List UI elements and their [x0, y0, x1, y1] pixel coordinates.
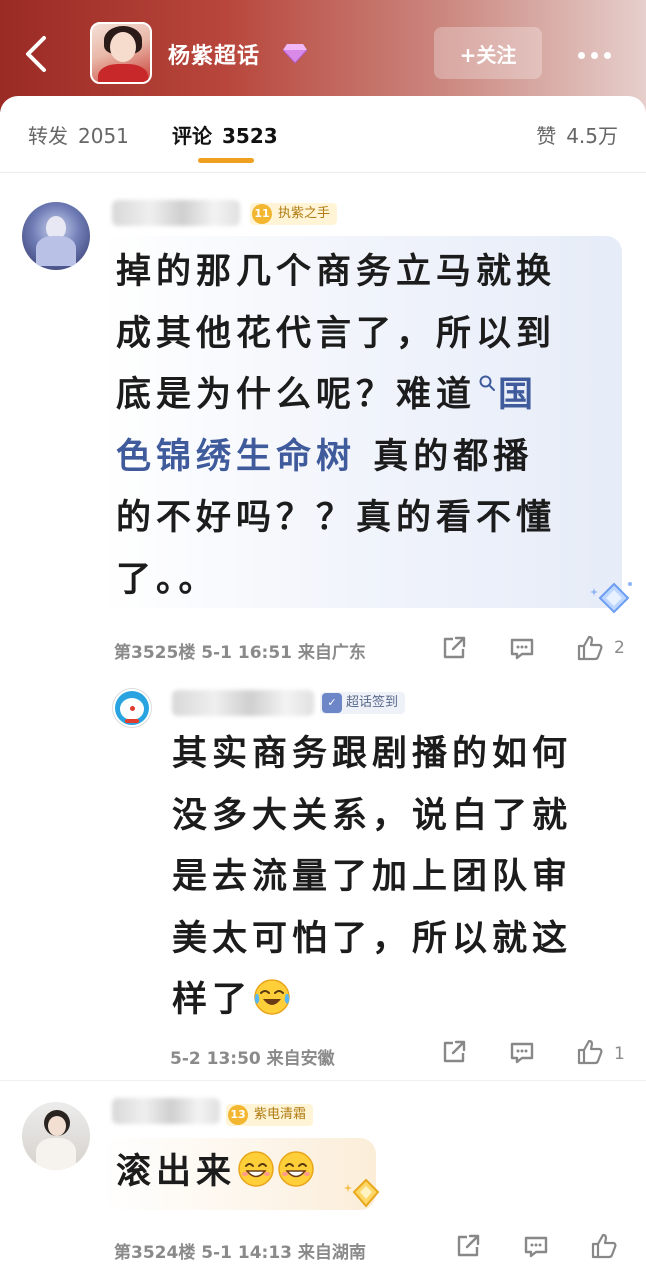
check-icon: ✓ — [322, 693, 342, 713]
laugh-cry-emoji-icon — [254, 979, 290, 1015]
tab-like[interactable]: 赞 4.5万 — [536, 120, 618, 149]
fan-badge[interactable]: 13 紫电清霜 — [226, 1104, 314, 1126]
comment-icon[interactable] — [508, 1038, 536, 1066]
more-dots-icon[interactable] — [578, 44, 618, 60]
comment-icon[interactable] — [508, 634, 536, 662]
username-blurred[interactable] — [112, 1098, 220, 1124]
grin-sweat-emoji-icon — [238, 1151, 274, 1187]
username-blurred[interactable] — [112, 200, 240, 226]
comment-meta: 第3525楼 5-1 16:51 来自广东 — [114, 643, 366, 663]
diamond-sparkle-icon — [590, 582, 632, 614]
gold-crown-sparkle-icon — [344, 1178, 380, 1208]
share-icon[interactable] — [454, 1232, 482, 1260]
thumbs-up-icon[interactable] — [576, 1038, 604, 1066]
avatar[interactable] — [22, 202, 90, 270]
diamond-gem-icon — [282, 44, 308, 64]
divider — [0, 172, 646, 173]
topic-link[interactable]: 色锦绣生命树 — [116, 437, 356, 477]
share-icon[interactable] — [440, 634, 468, 662]
fan-badge[interactable]: 11 执紫之手 — [250, 203, 338, 225]
comment-icon[interactable] — [522, 1232, 550, 1260]
divider — [0, 1080, 646, 1081]
tab-comment[interactable]: 评论 3523 — [172, 120, 278, 149]
tab-bar: 转发 2051 评论 3523 赞 4.5万 — [0, 96, 646, 172]
avatar[interactable] — [22, 1102, 90, 1170]
active-tab-indicator — [198, 158, 254, 163]
comment-meta: 第3524楼 5-1 14:13 来自湖南 — [114, 1243, 366, 1263]
follow-button[interactable]: +关注 — [434, 27, 542, 79]
grin-sweat-emoji-icon — [278, 1151, 314, 1187]
like-count: 2 — [614, 638, 625, 658]
search-icon — [479, 375, 496, 391]
topic-link[interactable]: 国 — [498, 375, 538, 415]
topic-title[interactable]: 杨紫超话 — [168, 38, 260, 70]
avatar[interactable] — [112, 688, 152, 728]
back-arrow-icon[interactable] — [20, 34, 54, 74]
topic-avatar[interactable] — [90, 22, 152, 84]
like-count: 1 — [614, 1044, 625, 1064]
comment-text: 其实商务跟剧播的如何 没多大关系，说白了就 是去流量了加上团队审 美太可怕了，所… — [172, 734, 573, 1020]
comment-text: 掉的那几个商务立马就换 成其他花代言了，所以到 底是为什么呢？难道国 色锦绣生命… — [116, 252, 557, 600]
comment-meta: 5-2 13:50 来自安徽 — [170, 1049, 335, 1069]
thumbs-up-icon[interactable] — [590, 1232, 618, 1260]
tab-repost[interactable]: 转发 2051 — [28, 120, 129, 149]
thumbs-up-icon[interactable] — [576, 634, 604, 662]
username-blurred[interactable] — [172, 690, 314, 716]
checkin-badge[interactable]: ✓ 超话签到 — [320, 692, 406, 714]
share-icon[interactable] — [440, 1038, 468, 1066]
